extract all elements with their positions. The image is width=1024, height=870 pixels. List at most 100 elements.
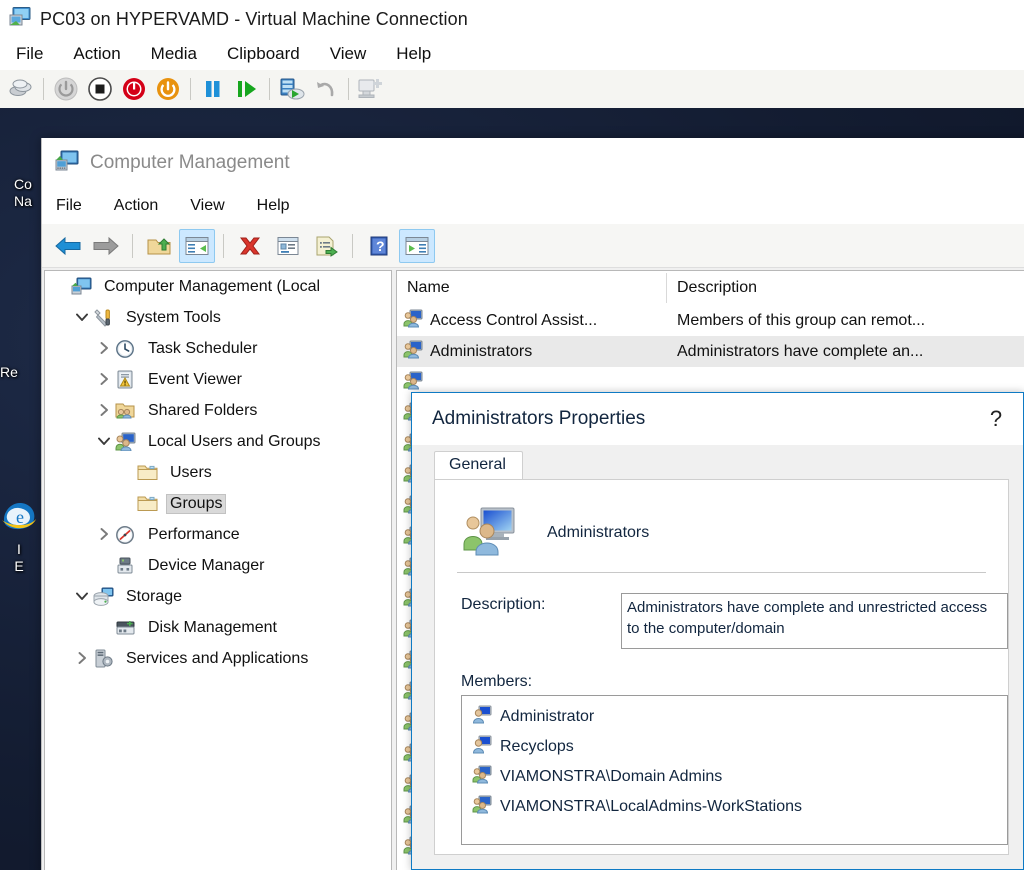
group-name-label: Administrators (547, 524, 649, 542)
device-manager-icon (115, 556, 137, 576)
screen: PC03 on HYPERVAMD - Virtual Machine Conn… (0, 0, 1024, 870)
vmconnect-title-text: PC03 on HYPERVAMD - Virtual Machine Conn… (40, 9, 468, 30)
description-line-1: Administrators have complete and unrestr… (627, 597, 1002, 618)
tree-item-users[interactable]: Users (45, 457, 391, 488)
tree-item-label: Storage (122, 587, 186, 607)
tree-item-label: Device Manager (144, 556, 269, 576)
cell-description: Administrators have complete an... (667, 343, 1024, 361)
column-header-name[interactable]: Name (397, 273, 667, 303)
dialog-title: Administrators Properties (432, 408, 983, 430)
chevron-right-icon[interactable] (93, 404, 115, 418)
shut-down-icon[interactable] (83, 72, 117, 106)
tree-item-services-and-applications[interactable]: Services and Applications (45, 643, 391, 674)
menu-view[interactable]: View (330, 44, 367, 64)
start-icon[interactable] (49, 72, 83, 106)
table-row[interactable]: Access Control Assist...Members of this … (397, 305, 1024, 336)
virtual-machine-icon (8, 6, 32, 33)
toolbar-separator (132, 234, 133, 258)
console-tree-pane[interactable]: Computer Management (Local System Tools Ta… (44, 270, 392, 870)
pause-icon[interactable] (196, 72, 230, 106)
tree-item-storage[interactable]: Storage (45, 581, 391, 612)
member-list-item[interactable]: Administrator (462, 702, 1007, 732)
chevron-down-icon[interactable] (71, 311, 93, 325)
member-list-item[interactable]: Recyclops (462, 732, 1007, 762)
table-row[interactable]: Administrators Administrators have comple… (397, 336, 1024, 367)
export-list-icon[interactable] (308, 229, 344, 263)
tree-item-shared-folders[interactable]: Shared Folders (45, 395, 391, 426)
tree-item-label: System Tools (122, 308, 225, 328)
tree-item-task-scheduler[interactable]: Task Scheduler (45, 333, 391, 364)
tree-item-disk-management[interactable]: Disk Management (45, 612, 391, 643)
help-question-icon[interactable]: ? (983, 406, 1009, 432)
svg-text:e: e (16, 507, 24, 527)
chevron-right-icon[interactable] (93, 373, 115, 387)
mmc-menu-view[interactable]: View (190, 197, 224, 215)
show-hide-action-pane-icon[interactable] (399, 229, 435, 263)
list-header[interactable]: Name Description (397, 271, 1024, 305)
desktop-icon-internet-explorer[interactable]: e IE (0, 498, 40, 575)
internet-explorer-icon: e (0, 498, 40, 541)
computer-management-toolbar[interactable]: ? (42, 224, 1024, 268)
chevron-down-icon[interactable] (71, 590, 93, 604)
resume-icon[interactable] (230, 72, 264, 106)
member-list-item[interactable]: VIAMONSTRA\Domain Admins (462, 762, 1007, 792)
group-header: Administrators (435, 498, 1008, 564)
mmc-menu-help[interactable]: Help (257, 197, 290, 215)
column-header-description[interactable]: Description (667, 273, 1024, 303)
properties-icon[interactable] (270, 229, 306, 263)
forward-icon[interactable] (88, 229, 124, 263)
checkpoint-icon[interactable] (275, 72, 309, 106)
tab-general[interactable]: General (434, 451, 523, 480)
reset-icon[interactable] (151, 72, 185, 106)
member-name: VIAMONSTRA\Domain Admins (500, 768, 722, 786)
chevron-down-icon[interactable] (93, 435, 115, 449)
menu-media[interactable]: Media (151, 44, 197, 64)
tree-item-performance[interactable]: Performance (45, 519, 391, 550)
delete-icon[interactable] (232, 229, 268, 263)
console-tree[interactable]: Computer Management (Local System Tools Ta… (45, 271, 391, 674)
tree-item-label: Groups (166, 494, 226, 514)
group-icon (472, 795, 493, 819)
tree-item-label: Task Scheduler (144, 339, 261, 359)
back-icon[interactable] (50, 229, 86, 263)
group-name: Administrators (430, 343, 532, 361)
tree-item-event-viewer[interactable]: Event Viewer (45, 364, 391, 395)
menu-file[interactable]: File (16, 44, 43, 64)
vmconnect-menubar[interactable]: File Action Media Clipboard View Help (0, 38, 1024, 70)
menu-help[interactable]: Help (396, 44, 431, 64)
member-name: VIAMONSTRA\LocalAdmins-WorkStations (500, 798, 802, 816)
tree-item-groups[interactable]: Groups (45, 488, 391, 519)
mmc-menu-action[interactable]: Action (114, 197, 158, 215)
tree-item-computer-management-local[interactable]: Computer Management (Local (45, 271, 391, 302)
help-icon[interactable]: ? (361, 229, 397, 263)
group-name: Access Control Assist... (430, 312, 597, 330)
members-list[interactable]: AdministratorRecyclops VIAMONSTRA\Domain … (461, 695, 1008, 845)
members-label: Members: (461, 673, 1008, 691)
computer-management-menubar[interactable]: File Action View Help (42, 188, 1024, 224)
tree-item-label: Users (166, 463, 216, 483)
member-list-item[interactable]: VIAMONSTRA\LocalAdmins-WorkStations (462, 792, 1007, 822)
toolbar-separator (348, 78, 349, 100)
turn-off-icon[interactable] (117, 72, 151, 106)
ctrl-alt-del-icon[interactable] (4, 72, 38, 106)
dialog-tabstrip[interactable]: General (412, 445, 1023, 479)
up-one-level-icon[interactable] (141, 229, 177, 263)
menu-clipboard[interactable]: Clipboard (227, 44, 300, 64)
tree-item-device-manager[interactable]: Device Manager (45, 550, 391, 581)
chevron-right-icon[interactable] (71, 652, 93, 666)
user-icon (472, 705, 493, 729)
event-viewer-icon (115, 370, 137, 390)
vmconnect-toolbar[interactable] (0, 70, 1024, 108)
revert-icon[interactable] (309, 72, 343, 106)
tree-item-local-users-and-groups[interactable]: Local Users and Groups (45, 426, 391, 457)
menu-action[interactable]: Action (73, 44, 120, 64)
toolbar-separator (223, 234, 224, 258)
tree-item-system-tools[interactable]: System Tools (45, 302, 391, 333)
enhanced-session-icon[interactable] (354, 72, 388, 106)
mmc-menu-file[interactable]: File (56, 197, 82, 215)
chevron-right-icon[interactable] (93, 528, 115, 542)
show-hide-console-tree-icon[interactable] (179, 229, 215, 263)
chevron-right-icon[interactable] (93, 342, 115, 356)
description-input[interactable]: Administrators have complete and unrestr… (621, 593, 1008, 649)
group-large-icon (461, 505, 517, 562)
